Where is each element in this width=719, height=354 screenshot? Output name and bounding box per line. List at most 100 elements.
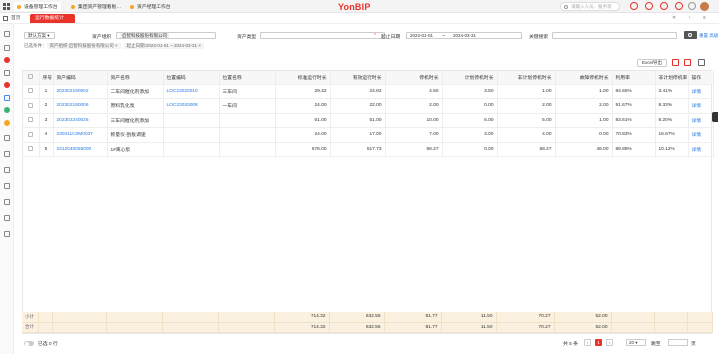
detail-link[interactable]: 详情 — [688, 98, 714, 114]
column-header[interactable]: 计划停机时长 — [442, 71, 498, 85]
app-orange-icon[interactable] — [4, 120, 10, 126]
tab-menu-icon[interactable]: ≡ — [703, 15, 706, 21]
refresh-icon[interactable] — [698, 59, 705, 66]
report-icon[interactable] — [4, 199, 10, 205]
app-green-icon[interactable] — [4, 107, 10, 113]
workbench-icon[interactable] — [4, 45, 10, 51]
asset-code-link[interactable]: 202302190002 — [53, 84, 108, 99]
column-header[interactable]: 停机时长 — [385, 71, 443, 85]
column-header[interactable]: 标准运行时长 — [275, 71, 331, 85]
list-icon[interactable] — [4, 135, 10, 141]
selected-only-toggle[interactable] — [24, 341, 34, 346]
goto-page-input[interactable] — [668, 339, 688, 346]
user-avatar[interactable] — [700, 2, 709, 11]
detail-link-text[interactable]: 详情 — [692, 119, 702, 124]
global-search-input[interactable]: 请输入人员、服务等 — [560, 2, 620, 11]
reset-link[interactable]: 重置 — [699, 33, 708, 38]
row-checkbox[interactable] — [23, 127, 40, 143]
row-checkbox[interactable] — [23, 113, 40, 128]
column-header[interactable]: 有效运行时长 — [330, 71, 386, 85]
chart-icon[interactable] — [4, 95, 10, 101]
tab-runtime-stats[interactable]: 运行数据统计 — [30, 14, 75, 23]
location-code-link-text[interactable]: LOC23020010 — [167, 89, 198, 94]
asset-code-link[interactable]: 202302240025 — [53, 113, 108, 128]
location-code-link[interactable] — [163, 113, 220, 128]
location-code-link-text[interactable]: LOC23020008 — [167, 103, 198, 108]
detail-link[interactable]: 详情 — [688, 113, 714, 128]
folder-icon[interactable] — [4, 183, 10, 189]
table-row[interactable]: 4 230411C0M0037 称量仪-刮板调速 24.00 17.00 7.00 3.00… — [23, 127, 714, 143]
app-tab-asset-manager[interactable]: 资产经理工作台 — [127, 2, 174, 11]
detail-link-text[interactable]: 详情 — [692, 148, 702, 153]
asset-code-link[interactable]: 230411C0M0037 — [53, 127, 108, 143]
detail-link-text[interactable]: 详情 — [692, 133, 702, 138]
next-page-button[interactable]: › — [606, 339, 613, 346]
column-header[interactable]: 非计划停机时长 — [497, 71, 556, 85]
asset-code-link-text[interactable]: 230411C0M0037 — [57, 132, 93, 137]
app-menu-icon[interactable] — [3, 3, 10, 10]
row-checkbox[interactable] — [23, 98, 40, 114]
date-range-field[interactable]: 2023-01-01 ~2024-03-31 — [406, 32, 522, 39]
detail-link[interactable]: 详情 — [688, 84, 714, 99]
tab-close-icon[interactable]: ✕ — [672, 15, 676, 21]
asset-code-link[interactable]: 202302190006 — [53, 98, 108, 114]
export-icon[interactable] — [684, 59, 691, 66]
chip-asset-org[interactable]: 资产组织:启智科技股份有限公司 × — [46, 43, 121, 49]
column-header[interactable]: 利用率 — [612, 71, 656, 85]
side-drawer-handle[interactable] — [712, 112, 718, 122]
detail-link[interactable]: 详情 — [688, 142, 714, 157]
page-size-select[interactable]: 20 ▾ — [626, 339, 646, 346]
search-button[interactable] — [684, 31, 697, 39]
asset-code-link-text[interactable]: 202302240025 — [57, 118, 89, 123]
help-icon[interactable] — [688, 2, 696, 10]
settings-icon[interactable] — [675, 2, 683, 10]
table-row[interactable]: 2 202302190006 原料乳化泵 LOC23020008 一车间 24.00 22.… — [23, 98, 714, 114]
table-row[interactable]: 3 202302240025 三车间催化剂添加 61.00 51.00 10.00 5.00… — [23, 113, 714, 128]
advanced-link[interactable]: 高级 — [709, 33, 718, 38]
column-header[interactable]: 位置编码 — [163, 71, 220, 85]
app-tab-device-workbench[interactable]: 设备管理工作台 — [14, 2, 61, 11]
notification-icon[interactable] — [630, 2, 638, 10]
todo-icon[interactable] — [660, 2, 668, 10]
page-1-button[interactable]: 1 — [595, 339, 602, 346]
tab-up-icon[interactable]: ↑ — [688, 15, 691, 21]
doc-icon[interactable] — [4, 70, 10, 76]
app-tab-asset-board[interactable]: 集团资产管理看板… — [68, 2, 124, 11]
tab-home[interactable]: 首页 — [3, 15, 21, 22]
archive-icon[interactable] — [4, 231, 10, 237]
calendar-icon[interactable] — [4, 151, 10, 157]
location-code-link[interactable] — [163, 142, 220, 157]
detail-link-text[interactable]: 详情 — [692, 90, 702, 95]
row-checkbox[interactable] — [23, 142, 40, 157]
tool-icon[interactable] — [4, 167, 10, 173]
box-icon[interactable] — [4, 215, 10, 221]
scheme-select[interactable]: 默认方案 ▾ — [24, 32, 55, 39]
prev-page-button[interactable]: ‹ — [584, 339, 591, 346]
keyword-input[interactable] — [552, 32, 677, 39]
message-icon[interactable] — [645, 2, 653, 10]
excel-export-button[interactable]: Excel导出 — [637, 59, 667, 67]
asset-org-field[interactable]: 启智科技股份有限公司 — [116, 32, 216, 39]
asset-code-link-text[interactable]: 202302190002 — [57, 89, 89, 94]
detail-link-text[interactable]: 详情 — [692, 104, 702, 109]
column-header[interactable]: 资产编码 — [53, 71, 108, 85]
asset-code-link-text[interactable]: 2312040055000 — [57, 147, 92, 152]
asset-code-link[interactable]: 2312040055000 — [53, 142, 108, 157]
column-header[interactable]: 资产名称 — [107, 71, 164, 85]
row-checkbox[interactable] — [23, 84, 40, 99]
table-row[interactable]: 1 202302190002 二车间催化剂添加 LOC23020010 三车间 29.32… — [23, 84, 714, 99]
column-header[interactable]: 故障停机时长 — [555, 71, 613, 85]
location-code-link[interactable] — [163, 127, 220, 143]
print-icon[interactable] — [672, 59, 679, 66]
asset-code-link-text[interactable]: 202302190006 — [57, 103, 89, 108]
detail-link[interactable]: 详情 — [688, 127, 714, 143]
table-row[interactable]: 5 2312040055000 1#离心泵 576.00 517.73 58.27 0.00… — [23, 142, 714, 157]
column-header[interactable]: 非计划停机率 — [655, 71, 689, 85]
asset-type-field[interactable] — [260, 32, 385, 39]
select-all-checkbox[interactable] — [23, 71, 40, 85]
chip-date[interactable]: 起止日期:2023-01-01 ~ 2024-03-31 × — [123, 43, 204, 49]
search-icon[interactable] — [4, 31, 10, 37]
location-code-link[interactable]: LOC23020008 — [163, 98, 220, 114]
location-code-link[interactable]: LOC23020010 — [163, 84, 220, 99]
app-red-icon[interactable] — [4, 82, 10, 88]
